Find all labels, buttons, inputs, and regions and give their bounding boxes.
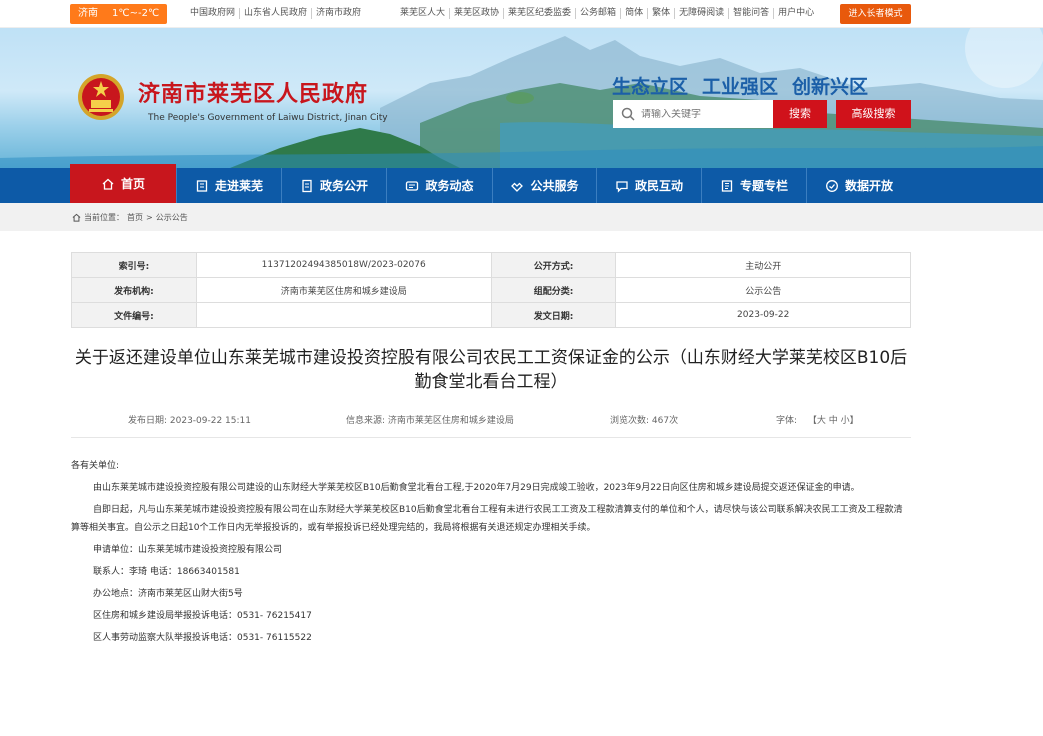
slogan-3: 创新兴区 bbox=[792, 76, 869, 98]
breadcrumb-current[interactable]: 公示公告 bbox=[156, 212, 188, 223]
top-bar: 济南 1℃~-2℃ 中国政府网 山东省人民政府 济南市政府 莱芜区人大 莱芜区政… bbox=[0, 0, 1043, 28]
nav-public-service[interactable]: 公共服务 bbox=[492, 168, 596, 203]
article-info: 发布日期: 2023-09-22 15:11 信息来源: 济南市莱芜区住房和城乡… bbox=[128, 413, 868, 426]
slogan-1: 生态立区 bbox=[612, 76, 689, 98]
issue-date-label: 发文日期: bbox=[490, 302, 617, 328]
nav-open-data[interactable]: 数据开放 bbox=[806, 168, 911, 203]
article-title: 关于返还建设单位山东莱芜城市建设投资控股有限公司农民工工资保证金的公示（山东财经… bbox=[74, 348, 908, 392]
nav-special-topics[interactable]: 专题专栏 bbox=[701, 168, 806, 203]
article-body: 各有关单位: 由山东莱芜城市建设投资控股有限公司建设的山东财经大学莱芜校区B10… bbox=[71, 455, 911, 649]
link-smart-qa[interactable]: 智能问答 bbox=[729, 8, 775, 19]
nav-special-topics-label: 专题专栏 bbox=[739, 179, 788, 193]
link-laiwu-npc[interactable]: 莱芜区人大 bbox=[396, 8, 451, 19]
search-icon bbox=[621, 107, 635, 121]
paragraph-2: 自即日起，凡与山东莱芜城市建设投资控股有限公司在山东财经大学莱芜校区B10后勤食… bbox=[71, 505, 903, 533]
weather-city: 济南 bbox=[78, 8, 98, 19]
font-size-options[interactable]: 【大 中 小】 bbox=[808, 413, 859, 426]
top-links-right: 莱芜区人大 莱芜区政协 莱芜区纪委监委 公务邮箱 简体 繁体 无障碍阅读 智能问… bbox=[396, 8, 818, 19]
top-links-left: 中国政府网 山东省人民政府 济南市政府 bbox=[186, 8, 365, 19]
nav-interaction-label: 政民互动 bbox=[634, 179, 683, 193]
site-title[interactable]: 济南市莱芜区人民政府 bbox=[138, 76, 368, 108]
issue-date-value: 2023-09-22 bbox=[615, 302, 911, 328]
slogan: 生态立区 工业强区 创新兴区 bbox=[612, 72, 868, 99]
link-mailbox[interactable]: 公务邮箱 bbox=[576, 8, 622, 19]
divider bbox=[71, 437, 911, 438]
publisher-value: 济南市莱芜区住房和城乡建设局 bbox=[195, 277, 492, 303]
font-size-label: 字体: bbox=[776, 416, 798, 426]
breadcrumb: 当前位置： 首页 > 公示公告 bbox=[72, 212, 188, 223]
news-icon bbox=[406, 180, 419, 191]
document-icon bbox=[302, 179, 312, 192]
breadcrumb-home[interactable]: 首页 bbox=[127, 212, 143, 223]
open-method-value: 主动公开 bbox=[615, 252, 911, 278]
document-meta-table: 索引号: 11371202494385018W/2023-02076 公开方式:… bbox=[71, 252, 911, 328]
book-icon bbox=[721, 179, 733, 192]
publish-date: 发布日期: 2023-09-22 15:11 bbox=[128, 416, 251, 426]
nav-about-label: 走进莱芜 bbox=[214, 179, 263, 193]
breadcrumb-prefix: 当前位置： bbox=[84, 213, 124, 222]
file-number-label: 文件编号: bbox=[71, 302, 197, 328]
publisher-label: 发布机构: bbox=[71, 277, 197, 303]
nav-gov-affairs-label: 政务公开 bbox=[319, 179, 368, 193]
greeting: 各有关单位: bbox=[71, 461, 120, 471]
link-shandong-gov[interactable]: 山东省人民政府 bbox=[240, 8, 313, 19]
applicant-line: 申请单位：山东莱芜城市建设投资控股有限公司 bbox=[93, 545, 283, 555]
link-gov-cn[interactable]: 中国政府网 bbox=[186, 8, 241, 19]
nav-about-laiwu[interactable]: 走进莱芜 bbox=[176, 168, 281, 203]
nav-gov-affairs[interactable]: 政务公开 bbox=[281, 168, 386, 203]
info-source: 信息来源: 济南市莱芜区住房和城乡建设局 bbox=[346, 416, 514, 426]
site-subtitle: The People's Government of Laiwu Distric… bbox=[148, 113, 388, 123]
search-bar: 搜索 高级搜索 bbox=[613, 100, 911, 128]
home-icon bbox=[102, 178, 114, 190]
elder-mode-button[interactable]: 进入长者模式 bbox=[840, 4, 911, 24]
nav-open-data-label: 数据开放 bbox=[844, 179, 893, 193]
header-banner: 济南市莱芜区人民政府 The People's Government of La… bbox=[0, 28, 1043, 168]
view-count: 浏览次数: 467次 bbox=[610, 416, 679, 426]
paragraph-1: 由山东莱芜城市建设投资控股有限公司建设的山东财经大学莱芜校区B10后勤食堂北看台… bbox=[93, 483, 860, 493]
nav-interaction[interactable]: 政民互动 bbox=[596, 168, 701, 203]
weather-widget[interactable]: 济南 1℃~-2℃ bbox=[70, 4, 168, 24]
search-button[interactable]: 搜索 bbox=[773, 100, 827, 128]
font-size-control: 字体: 【大 中 小】 bbox=[776, 413, 859, 426]
table-row: 文件编号: 发文日期: 2023-09-22 bbox=[71, 302, 911, 328]
table-row: 索引号: 11371202494385018W/2023-02076 公开方式:… bbox=[71, 252, 911, 278]
index-value: 11371202494385018W/2023-02076 bbox=[195, 252, 492, 278]
data-icon bbox=[826, 179, 838, 192]
main-nav: 首页 走进莱芜 政务公开 政务动态 公共服务 政民互动 专题专栏 数据开放 bbox=[0, 164, 1043, 203]
advanced-search-button[interactable]: 高级搜索 bbox=[836, 100, 911, 128]
breadcrumb-separator: > bbox=[146, 213, 153, 222]
link-simplified[interactable]: 简体 bbox=[621, 8, 649, 19]
open-method-label: 公开方式: bbox=[490, 252, 617, 278]
table-row: 发布机构: 济南市莱芜区住房和城乡建设局 组配分类: 公示公告 bbox=[71, 277, 911, 303]
link-laiwu-cppcc[interactable]: 莱芜区政协 bbox=[450, 8, 505, 19]
link-jinan-gov[interactable]: 济南市政府 bbox=[312, 8, 365, 19]
building-icon bbox=[196, 179, 208, 192]
link-laiwu-discipline[interactable]: 莱芜区纪委监委 bbox=[504, 8, 577, 19]
nav-gov-news[interactable]: 政务动态 bbox=[386, 168, 492, 203]
complaint-line-2: 区人事劳动监察大队举报投诉电话：0531- 76115522 bbox=[93, 633, 312, 643]
link-traditional[interactable]: 繁体 bbox=[648, 8, 676, 19]
contact-line: 联系人：李琦 电话：18663401581 bbox=[93, 567, 240, 577]
chat-icon bbox=[616, 180, 628, 193]
search-field[interactable] bbox=[613, 100, 773, 128]
location-home-icon bbox=[72, 213, 81, 222]
breadcrumb-bar: 当前位置： 首页 > 公示公告 bbox=[0, 203, 1043, 231]
link-user-center[interactable]: 用户中心 bbox=[774, 8, 818, 19]
index-label: 索引号: bbox=[71, 252, 197, 278]
weather-temp: 1℃~-2℃ bbox=[112, 8, 160, 19]
nav-public-service-label: 公共服务 bbox=[530, 179, 579, 193]
nav-home-label: 首页 bbox=[120, 177, 145, 191]
national-emblem-icon bbox=[78, 74, 124, 120]
service-icon bbox=[511, 182, 524, 192]
address-line: 办公地点：济南市莱芜区山财大街5号 bbox=[93, 589, 243, 599]
category-value: 公示公告 bbox=[615, 277, 911, 303]
nav-gov-news-label: 政务动态 bbox=[425, 179, 474, 193]
nav-home[interactable]: 首页 bbox=[70, 164, 176, 203]
search-input[interactable] bbox=[641, 108, 761, 120]
file-number-value bbox=[195, 302, 492, 328]
complaint-line-1: 区住房和城乡建设局举报投诉电话：0531- 76215417 bbox=[93, 611, 312, 621]
category-label: 组配分类: bbox=[490, 277, 617, 303]
link-accessibility[interactable]: 无障碍阅读 bbox=[675, 8, 730, 19]
slogan-2: 工业强区 bbox=[702, 76, 779, 98]
